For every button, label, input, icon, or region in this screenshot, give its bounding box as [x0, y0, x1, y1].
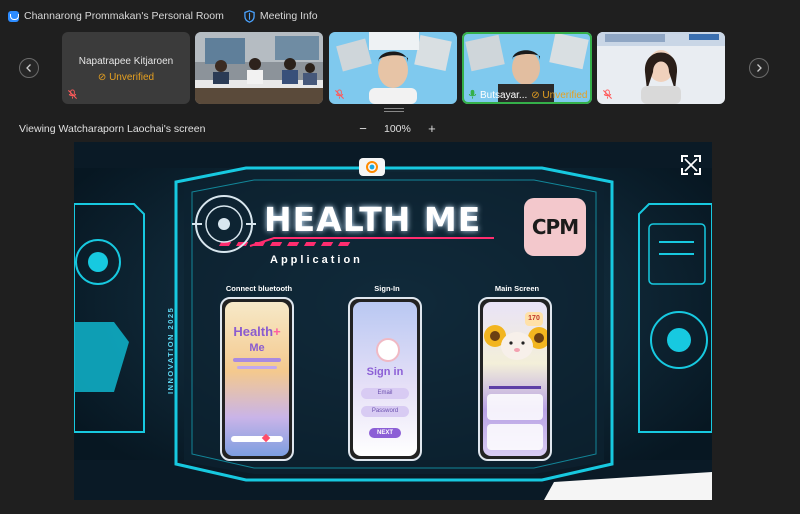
room-title: Channarong Prommakan's Personal Room [24, 10, 224, 22]
info-card [487, 424, 543, 450]
participant-tile-video[interactable] [329, 32, 457, 104]
cpm-logo: CPM [524, 198, 586, 256]
resize-handle[interactable] [384, 108, 404, 114]
video-feed-person [597, 32, 725, 104]
shared-screen[interactable]: HEALTH ME Application INNOVATION 2025 CP… [74, 142, 712, 500]
phone-mockup-main: 170 [478, 297, 552, 461]
phone-label: Connect bluetooth [225, 284, 293, 293]
zoom-out-button[interactable]: − [356, 121, 370, 136]
slide-title: HEALTH ME [264, 200, 482, 239]
share-title: Viewing Watcharaporn Laochai's screen [19, 123, 206, 135]
app-name: Health+ Me [233, 324, 281, 354]
expand-icon [681, 155, 701, 175]
top-bar: Channarong Prommakan's Personal Room Mee… [0, 0, 800, 32]
zoom-level: 100% [384, 122, 411, 135]
participant-strip: Napatrapee Kitjaroen ⊘ Unverified Butsay… [0, 30, 800, 106]
chevron-right-icon [757, 64, 762, 72]
tagline-bar [237, 366, 277, 369]
participant-tile-video[interactable] [195, 32, 323, 104]
mic-muted-icon [334, 89, 345, 100]
mic-on-icon [468, 89, 477, 99]
zoom-in-button[interactable]: + [425, 121, 439, 136]
phone-label: Main Screen [494, 284, 540, 293]
password-field: Password [361, 406, 409, 417]
slide-subtitle: Application [270, 254, 363, 266]
video-feed-person [329, 32, 457, 104]
room-title-group: Channarong Prommakan's Personal Room [8, 10, 224, 22]
meeting-info-button[interactable]: Meeting Info [244, 9, 318, 23]
strip-next-button[interactable] [749, 58, 769, 78]
signin-heading: Sign in [366, 366, 404, 378]
meeting-info-label: Meeting Info [259, 10, 318, 22]
shield-icon [244, 9, 255, 23]
chevron-left-icon [26, 64, 31, 72]
participant-tile-video[interactable] [597, 32, 725, 104]
webex-logo-icon [8, 10, 19, 22]
info-line [489, 386, 541, 389]
step-badge: 170 [525, 312, 543, 326]
phone-mockup-connect: Health+ Me [220, 297, 294, 461]
next-button: NEXT [369, 428, 401, 438]
phone-label: Sign-In [374, 284, 400, 293]
video-feed-room [195, 32, 323, 104]
warning-icon: ⊘ [97, 72, 110, 83]
tagline-bar [233, 358, 281, 362]
unverified-badge: ⊘ Unverified [97, 72, 155, 83]
participant-name: Napatrapee Kitjaroen [78, 56, 174, 67]
info-card [487, 394, 543, 420]
slide-side-text: INNOVATION 2025 [166, 306, 175, 394]
phone-mockup-signin: Sign in Email Password NEXT [348, 297, 422, 461]
mic-muted-icon [602, 89, 613, 100]
mic-muted-icon [67, 89, 78, 100]
participant-tile[interactable]: Napatrapee Kitjaroen ⊘ Unverified [62, 32, 190, 104]
strip-prev-button[interactable] [19, 58, 39, 78]
email-field: Email [361, 388, 409, 399]
bluetooth-connect-bar [231, 436, 283, 442]
hamster-avatar [376, 338, 400, 362]
participant-label: Butsayar... ⊘ Unverified [480, 90, 587, 101]
unverified-badge: ⊘ Unverified [531, 90, 588, 101]
participant-tile-active[interactable]: Butsayar... ⊘ Unverified [462, 32, 592, 104]
zoom-controls: − 100% + [356, 121, 439, 136]
screen-share-bar: Viewing Watcharaporn Laochai's screen − … [0, 118, 800, 140]
participant-name: Butsayar... [480, 90, 528, 101]
